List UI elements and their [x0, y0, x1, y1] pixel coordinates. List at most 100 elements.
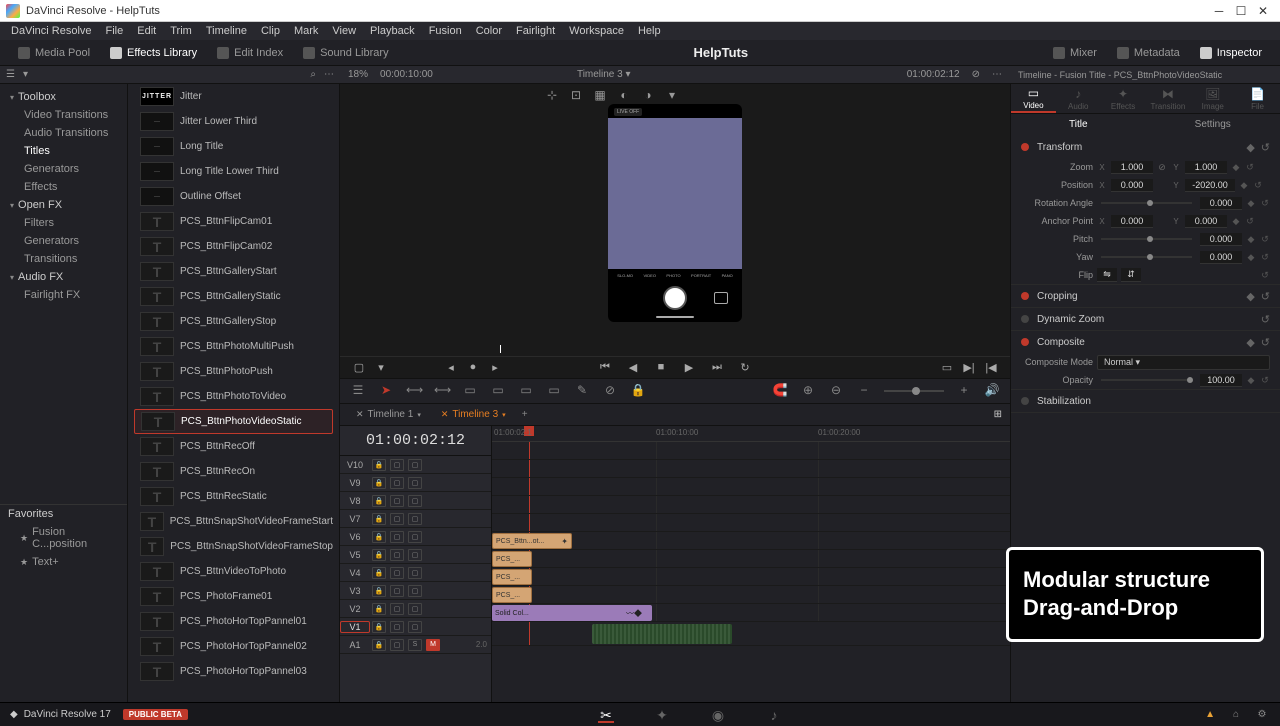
next-edit-icon[interactable]: ▶|: [962, 361, 976, 375]
match-frame-icon[interactable]: ▭: [940, 361, 954, 375]
timeline-tab[interactable]: ✕Timeline 3▾: [433, 407, 514, 422]
enable-dot-icon[interactable]: [1021, 292, 1029, 300]
keyframe-icon[interactable]: ◆: [1246, 375, 1256, 386]
sidebar-item-generators[interactable]: Generators: [0, 160, 127, 178]
dropdown-icon[interactable]: ▾: [665, 88, 679, 102]
crop-tool-icon[interactable]: ⊡: [569, 88, 583, 102]
anchor-y-input[interactable]: 0.000: [1185, 215, 1227, 228]
reset-icon[interactable]: ↺: [1261, 336, 1270, 349]
auto-select-icon[interactable]: ▢: [390, 639, 404, 651]
track-a1[interactable]: [492, 622, 1010, 646]
annotation-icon[interactable]: ◑: [641, 88, 655, 102]
dynamic-zoom-icon[interactable]: ▦: [593, 88, 607, 102]
viewer-zoom[interactable]: 18%: [348, 69, 368, 80]
transform-section[interactable]: Transform ◆↺: [1011, 136, 1280, 158]
list-view-icon[interactable]: ☰: [6, 69, 15, 80]
inspector-button[interactable]: Inspector: [1190, 47, 1272, 59]
title-item[interactable]: TPCS_BttnFlipCam01: [134, 209, 333, 234]
transform-tool-icon[interactable]: ⊹: [545, 88, 559, 102]
disable-icon[interactable]: ▢: [408, 585, 422, 597]
timeline-tab[interactable]: ✕Timeline 1▾: [348, 407, 429, 422]
zoom-slider[interactable]: [884, 390, 944, 392]
disable-icon[interactable]: ▢: [408, 513, 422, 525]
inspector-tab-audio[interactable]: ♪Audio: [1056, 84, 1101, 113]
toolbox-group[interactable]: Toolbox: [0, 88, 127, 106]
menu-view[interactable]: View: [325, 25, 363, 37]
auto-select-icon[interactable]: ▢: [390, 495, 404, 507]
edit-index-button[interactable]: Edit Index: [207, 47, 293, 59]
keyframe-icon[interactable]: ◆: [1246, 198, 1256, 209]
viewer-scrubber[interactable]: [340, 342, 1010, 356]
flag-icon[interactable]: [658, 383, 674, 399]
sound-library-button[interactable]: Sound Library: [293, 47, 399, 59]
maximize-button[interactable]: ☐: [1230, 4, 1252, 18]
search-icon[interactable]: ⌕: [310, 69, 316, 80]
keyframe-icon[interactable]: ◆: [1246, 290, 1254, 303]
lock-icon[interactable]: 🔒: [372, 603, 386, 615]
reset-icon[interactable]: ↺: [1245, 216, 1255, 227]
sidebar-item-effects[interactable]: Effects: [0, 178, 127, 196]
close-button[interactable]: ✕: [1252, 4, 1274, 18]
disable-icon[interactable]: ▢: [408, 603, 422, 615]
track-header-a1[interactable]: A1🔒▢SM2.0: [340, 636, 491, 654]
track-header-v6[interactable]: V6🔒▢▢: [340, 528, 491, 546]
lock-icon[interactable]: 🔒: [372, 621, 386, 633]
page-edit-icon[interactable]: ✂: [598, 707, 614, 723]
viewer-options-icon[interactable]: ⋯: [992, 69, 1002, 80]
favorite-item[interactable]: Text+: [0, 553, 127, 571]
disable-icon[interactable]: ▢: [408, 477, 422, 489]
auto-select-icon[interactable]: ▢: [390, 459, 404, 471]
media-pool-button[interactable]: Media Pool: [8, 47, 100, 59]
auto-select-icon[interactable]: ▢: [390, 513, 404, 525]
opacity-slider[interactable]: [1101, 379, 1192, 381]
opacity-input[interactable]: 100.00: [1200, 374, 1242, 387]
title-item[interactable]: TPCS_PhotoFrame01: [134, 584, 333, 609]
clip[interactable]: PCS_...〰 ✦: [492, 587, 532, 603]
track-v9[interactable]: [492, 460, 1010, 478]
title-item[interactable]: TPCS_BttnRecStatic: [134, 484, 333, 509]
title-item[interactable]: —Jitter Lower Third: [134, 109, 333, 134]
timeline-options-icon[interactable]: ⊞: [994, 409, 1002, 420]
inspector-tab-image[interactable]: 🖼Image: [1190, 84, 1235, 113]
zoom-y-input[interactable]: 1.000: [1185, 161, 1227, 174]
track-header-v5[interactable]: V5🔒▢▢: [340, 546, 491, 564]
sidebar-item-filters[interactable]: Filters: [0, 214, 127, 232]
pitch-slider[interactable]: [1101, 238, 1192, 240]
stabilization-section[interactable]: Stabilization: [1011, 390, 1280, 412]
selection-tool-icon[interactable]: ➤: [378, 383, 394, 399]
reset-icon[interactable]: ↺: [1261, 141, 1270, 154]
track-header-v10[interactable]: V10🔒▢▢: [340, 456, 491, 474]
audio-clip[interactable]: [592, 624, 732, 644]
clip[interactable]: PCS_...〰 ✦: [492, 569, 532, 585]
pos-y-input[interactable]: -2020.00: [1185, 179, 1235, 192]
reset-icon[interactable]: ↺: [1260, 375, 1270, 386]
track-header-v3[interactable]: V3🔒▢▢: [340, 582, 491, 600]
reset-icon[interactable]: ↺: [1260, 252, 1270, 263]
solo-button[interactable]: S: [408, 639, 422, 651]
flip-v-button[interactable]: ⇵: [1121, 268, 1141, 282]
menu-workspace[interactable]: Workspace: [562, 25, 631, 37]
settings-icon[interactable]: ⚙: [1254, 709, 1270, 720]
rotation-slider[interactable]: [1101, 202, 1192, 204]
anchor-x-input[interactable]: 0.000: [1111, 215, 1153, 228]
composite-section[interactable]: Composite◆↺: [1011, 331, 1280, 353]
disable-icon[interactable]: ▢: [408, 459, 422, 471]
menu-davinci-resolve[interactable]: DaVinci Resolve: [4, 25, 99, 37]
zoom-minus-icon[interactable]: −: [856, 383, 872, 399]
sidebar-item-audio-transitions[interactable]: Audio Transitions: [0, 124, 127, 142]
title-item[interactable]: TPCS_BttnGalleryStop: [134, 309, 333, 334]
keyframe-icon[interactable]: ◆: [1246, 234, 1256, 245]
yaw-input[interactable]: 0.000: [1200, 251, 1242, 264]
track-v1[interactable]: Solid Col...〰◆: [492, 604, 1010, 622]
lock-icon[interactable]: 🔒: [630, 383, 646, 399]
pitch-input[interactable]: 0.000: [1200, 233, 1242, 246]
minimize-button[interactable]: ─: [1208, 4, 1230, 18]
title-item[interactable]: TPCS_BttnPhotoMultiPush: [134, 334, 333, 359]
add-timeline-button[interactable]: +: [518, 409, 532, 420]
blade-tool-icon[interactable]: ⟷: [434, 383, 450, 399]
loop-icon[interactable]: ↻: [738, 361, 752, 375]
auto-select-icon[interactable]: ▢: [390, 567, 404, 579]
cropping-section[interactable]: Cropping◆↺: [1011, 285, 1280, 307]
title-item[interactable]: TPCS_BttnGalleryStatic: [134, 284, 333, 309]
timeline-ruler[interactable]: 01:00:02:1 01:00:10:00 01:00:20:00: [492, 426, 1010, 442]
